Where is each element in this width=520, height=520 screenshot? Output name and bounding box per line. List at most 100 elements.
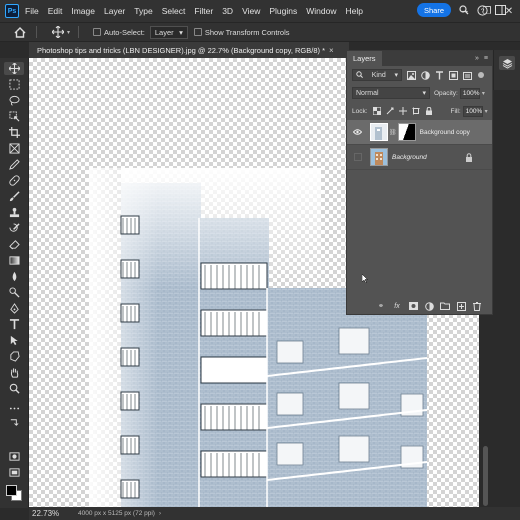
blur-tool-icon[interactable] <box>7 270 21 283</box>
scrollbar-thumb-lower[interactable] <box>483 446 488 506</box>
pixel-filter-icon[interactable] <box>406 70 416 80</box>
opacity-label: Opacity: <box>434 89 458 97</box>
visibility-toggle-empty[interactable] <box>352 152 362 162</box>
chevron-down-icon[interactable]: ▾ <box>67 29 70 36</box>
auto-select-dropdown[interactable]: Layer ▾ <box>149 25 188 39</box>
menu-filter[interactable]: Filter <box>194 6 213 16</box>
menu-view[interactable]: View <box>242 6 260 16</box>
layer-mask-thumbnail[interactable] <box>397 123 416 141</box>
workspace-icon[interactable] <box>494 3 506 17</box>
menu-layer[interactable]: Layer <box>104 6 125 16</box>
opacity-input[interactable]: 100% <box>459 87 480 99</box>
filter-kind-dropdown[interactable]: Kind ▾ <box>352 69 402 81</box>
zoom-level[interactable]: 22.73% <box>32 509 74 518</box>
fill-label: Fill: <box>450 107 461 115</box>
new-layer-icon[interactable] <box>456 301 466 311</box>
marquee-tool-icon[interactable] <box>7 78 21 91</box>
home-icon[interactable] <box>12 25 28 39</box>
gradient-tool-icon[interactable] <box>7 254 21 267</box>
lock-position-icon[interactable] <box>398 107 407 116</box>
help-icon[interactable]: ? <box>476 3 488 17</box>
svg-text:?: ? <box>480 8 484 15</box>
hand-tool-icon[interactable] <box>7 366 21 379</box>
link-layers-icon[interactable]: ⚭ <box>376 301 386 311</box>
foreground-color-swatch[interactable] <box>6 485 17 496</box>
chevron-down-icon[interactable]: ▾ <box>485 108 488 115</box>
menu-window[interactable]: Window <box>306 6 336 16</box>
zoom-tool-icon[interactable] <box>7 382 21 395</box>
pen-tool-icon[interactable] <box>7 302 21 315</box>
clone-stamp-tool-icon[interactable] <box>7 206 21 219</box>
group-folder-icon[interactable] <box>440 301 450 311</box>
fx-icon[interactable]: fx <box>392 301 402 311</box>
shape-tool-icon[interactable] <box>7 350 21 363</box>
lock-transparent-icon[interactable] <box>372 107 381 116</box>
search-icon[interactable] <box>458 3 470 17</box>
blend-mode-dropdown[interactable]: Normal ▾ <box>352 87 430 99</box>
move-tool-icon[interactable] <box>4 62 24 75</box>
divider <box>78 26 80 38</box>
visibility-off-icon <box>353 153 362 161</box>
menu-type[interactable]: Type <box>134 6 152 16</box>
healing-brush-tool-icon[interactable] <box>7 174 21 187</box>
lock-image-icon[interactable] <box>386 107 394 116</box>
type-filter-icon[interactable] <box>434 70 444 80</box>
lasso-tool-icon[interactable] <box>7 94 21 107</box>
adjustment-filter-icon[interactable] <box>420 70 430 80</box>
screen-mode-icon[interactable] <box>7 466 21 479</box>
transform-controls-checkbox[interactable] <box>193 28 202 36</box>
menu-plugins[interactable]: Plugins <box>269 6 297 16</box>
dodge-tool-icon[interactable] <box>7 286 21 299</box>
collapse-panel-icon[interactable]: » <box>475 55 479 62</box>
eyedropper-tool-icon[interactable] <box>7 158 21 171</box>
fill-input[interactable]: 100% <box>462 105 483 117</box>
tools-panel <box>0 58 29 508</box>
adjustment-layer-icon[interactable] <box>424 301 434 311</box>
frame-tool-icon[interactable] <box>7 142 21 155</box>
layer-row-background-copy[interactable]: ⛓ Background copy <box>347 120 492 145</box>
chevron-right-icon[interactable]: › <box>159 511 161 517</box>
lock-artboard-icon[interactable] <box>411 107 420 116</box>
move-tool-preset-icon[interactable] <box>51 25 65 39</box>
auto-select-label: Auto-Select: <box>104 27 145 37</box>
panel-menu-icon[interactable]: ≡ <box>484 55 488 62</box>
layer-name[interactable]: Background <box>392 154 427 161</box>
layer-name[interactable]: Background copy <box>420 129 470 136</box>
menu-file[interactable]: File <box>25 6 39 16</box>
object-selection-tool-icon[interactable] <box>7 110 21 123</box>
auto-select-checkbox[interactable] <box>93 28 102 36</box>
path-selection-tool-icon[interactable] <box>7 334 21 347</box>
layer-thumbnail <box>370 123 388 141</box>
close-icon[interactable]: × <box>329 46 334 55</box>
chevron-down-icon[interactable]: ▾ <box>482 90 485 97</box>
menu-edit[interactable]: Edit <box>48 6 63 16</box>
menu-3d[interactable]: 3D <box>222 6 233 16</box>
add-mask-icon[interactable] <box>408 301 418 311</box>
layers-panel-icon[interactable] <box>499 56 515 70</box>
menu-image[interactable]: Image <box>71 6 95 16</box>
type-tool-icon[interactable] <box>7 318 21 331</box>
document-title: Photoshop tips and tricks (LBN DESIGNER)… <box>37 45 326 55</box>
crop-tool-icon[interactable] <box>7 126 21 139</box>
shape-filter-icon[interactable] <box>448 70 458 80</box>
swap-colors-icon[interactable] <box>7 416 21 429</box>
document-tab[interactable]: Photoshop tips and tricks (LBN DESIGNER)… <box>29 42 349 58</box>
eye-icon[interactable] <box>352 127 362 137</box>
brush-tool-icon[interactable] <box>7 190 21 203</box>
layer-row-background[interactable]: Background <box>347 145 492 170</box>
smart-object-filter-icon[interactable] <box>462 70 472 80</box>
menu-help[interactable]: Help <box>345 6 362 16</box>
search-icon <box>356 70 363 80</box>
lock-all-icon[interactable] <box>425 107 433 116</box>
trash-icon[interactable] <box>472 301 482 311</box>
menu-select[interactable]: Select <box>162 6 186 16</box>
quick-mask-icon[interactable] <box>7 450 21 463</box>
document-info: 4000 px x 5125 px (72 ppi) <box>78 510 155 517</box>
eraser-tool-icon[interactable] <box>7 238 21 251</box>
layers-tab[interactable]: Layers <box>347 51 382 66</box>
share-button[interactable]: Share <box>417 3 451 17</box>
link-icon[interactable]: ⛓ <box>389 129 397 136</box>
more-tools-icon[interactable] <box>7 402 21 415</box>
history-brush-tool-icon[interactable] <box>7 222 21 235</box>
filter-toggle[interactable] <box>478 72 484 78</box>
